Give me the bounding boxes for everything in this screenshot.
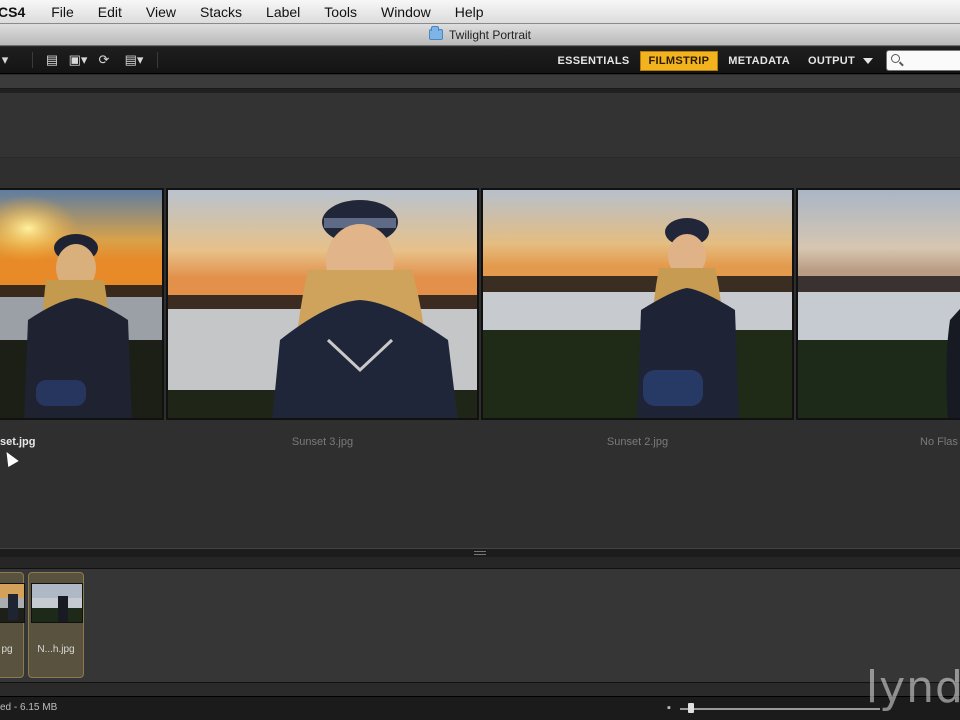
workspace-output[interactable]: OUTPUT [800,52,881,70]
camera-raw-icon[interactable]: ▤ [39,50,65,70]
path-bar [0,75,960,89]
output-icon[interactable]: ▣▾ [65,50,91,70]
preview-panel: set.jpg Sunset 3.jpg Sunset 2.jpg No Fla… [0,93,960,548]
back-chevron-icon[interactable]: ▾ [0,50,10,70]
thumb-label: pg [1,644,13,655]
menu-help[interactable]: Help [443,4,496,20]
toolbar-divider [32,52,33,68]
workspace-metadata[interactable]: METADATA [720,52,798,70]
photo-image [0,190,162,418]
photo-caption: set.jpg [0,436,36,448]
thumb-label: N...h.jpg [37,644,75,655]
thumbnail-size-slider[interactable] [680,708,880,710]
filmstrip-thumb[interactable]: N...h.jpg [28,572,84,678]
menu-edit[interactable]: Edit [86,4,134,20]
app-toolbar: ▾ ▤ ▣▾ ⟳ ▤▾ ESSENTIALS FILMSTRIP METADAT… [0,47,960,74]
filmstrip-header [0,557,960,569]
slider-handle[interactable] [688,703,694,713]
menu-view[interactable]: View [134,4,188,20]
menu-label[interactable]: Label [254,4,312,20]
menu-tools[interactable]: Tools [312,4,369,20]
photo-caption: No Flas [920,436,958,448]
grip-handle-icon[interactable] [474,551,486,555]
photo-caption: Sunset 2.jpg [606,436,669,448]
window-title-bar: Twilight Portrait [0,24,960,46]
filmstrip-panel: pg N...h.jpg [0,569,960,682]
filmstrip-footer [0,682,960,696]
preview-photo[interactable] [796,188,960,420]
photo-image [483,190,792,418]
workspace-essentials[interactable]: ESSENTIALS [549,52,637,70]
item-count-status: ed - 6.15 MB [0,702,58,713]
photo-image [32,584,82,622]
workspace-output-label: OUTPUT [807,54,855,67]
chevron-down-icon [863,57,873,64]
workspace-switcher: ESSENTIALS FILMSTRIP METADATA OUTPUT [548,47,882,74]
preview-photo[interactable] [166,188,479,420]
photo-image [798,190,960,418]
photo-image [0,584,24,622]
preview-photo[interactable] [0,188,164,420]
search-icon [891,54,900,63]
preview-header [0,93,960,158]
menu-file[interactable]: File [39,4,86,20]
filmstrip-thumb[interactable]: pg [0,572,25,678]
menu-bar: CS4 File Edit View Stacks Label Tools Wi… [0,0,960,24]
toolbar-divider [157,52,158,68]
menu-stacks[interactable]: Stacks [188,4,254,20]
rotate-icon[interactable]: ⟳ [91,50,117,70]
mouse-cursor-icon [1,448,19,468]
menu-window[interactable]: Window [369,4,443,20]
lynda-watermark: lynd [865,662,960,713]
new-document-icon[interactable]: ▤▾ [117,50,151,70]
photo-caption: Sunset 3.jpg [291,436,354,448]
workspace-filmstrip[interactable]: FILMSTRIP [639,50,719,71]
status-bar: ed - 6.15 MB ▪ [0,696,960,720]
folder-icon [428,26,443,40]
zoom-out-icon[interactable]: ▪ [667,702,671,714]
thumb-image [31,583,83,623]
thumb-image [0,583,25,623]
panel-splitter[interactable] [0,548,960,557]
photo-image [168,190,477,418]
app-menu[interactable]: CS4 [0,4,39,20]
preview-photo[interactable] [481,188,794,420]
window-title: Twilight Portrait [448,27,532,42]
search-input[interactable] [886,50,960,71]
